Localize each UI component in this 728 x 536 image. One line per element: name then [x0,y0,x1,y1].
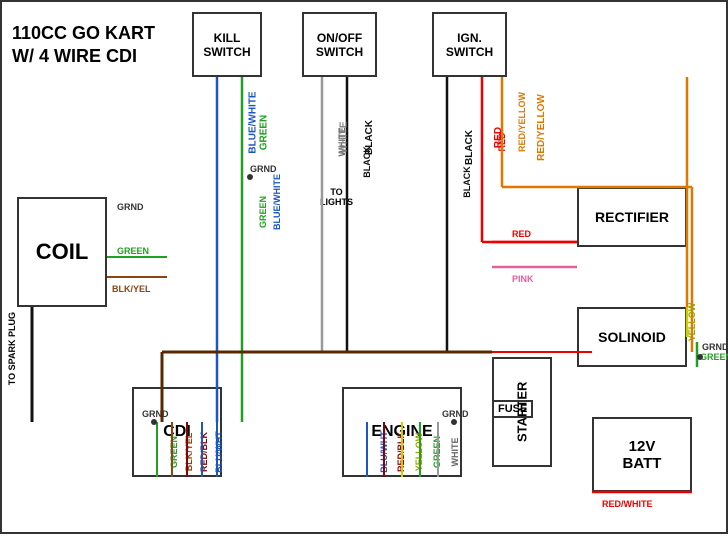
svg-text:GREEN: GREEN [258,196,268,228]
black-label-ign: BLACK [464,130,475,165]
svg-text:GREEN: GREEN [117,246,149,256]
blue-white-label: BLUE/WHITE [248,91,259,153]
to-spark-plug-label: TO SPARK PLUG [7,312,17,385]
to-lights-label: TOLIGHTS [320,187,353,207]
svg-text:BLK/YEL: BLK/YEL [112,284,151,294]
ign-switch-box: IGN.SWITCH [432,12,507,77]
svg-text:BLUE/WHITE: BLUE/WHITE [272,174,282,230]
svg-text:GREEN: GREEN [700,352,728,362]
engine-box: ENGINE [342,387,462,477]
cdi-box: CDI [132,387,222,477]
svg-text:RED/YELLOW: RED/YELLOW [517,91,527,152]
svg-text:GRND: GRND [117,202,144,212]
red-label-ign: RED [493,127,504,148]
white-label: WHITE [339,121,350,153]
svg-text:PINK: PINK [512,274,534,284]
svg-text:RED/WHITE: RED/WHITE [602,499,653,509]
green-label-kill: GREEN [258,115,269,151]
diagram-title: 110CC GO KART W/ 4 WIRE CDI [12,22,155,69]
fuse-label: FUSE [492,400,533,418]
coil-box: COIL [17,197,107,307]
svg-text:YELLOW: YELLOW [687,302,697,341]
svg-text:RED: RED [512,229,532,239]
red-yellow-label: RED/YELLOW [536,94,547,161]
kill-switch-box: KILLSWITCH [192,12,262,77]
solenoid-box: SOLINOID [577,307,687,367]
onoff-switch-box: ON/OFFSWITCH [302,12,377,77]
svg-text:BLACK: BLACK [462,166,472,198]
black-label-onoff: BLACK [364,120,375,155]
wiring-diagram: 110CC GO KART W/ 4 WIRE CDI COIL KILLSWI… [0,0,728,534]
battery-box: 12VBATT [592,417,692,492]
svg-text:GRND: GRND [702,342,728,352]
rectifier-box: RECTIFIER [577,187,687,247]
svg-text:GRND: GRND [250,164,277,174]
